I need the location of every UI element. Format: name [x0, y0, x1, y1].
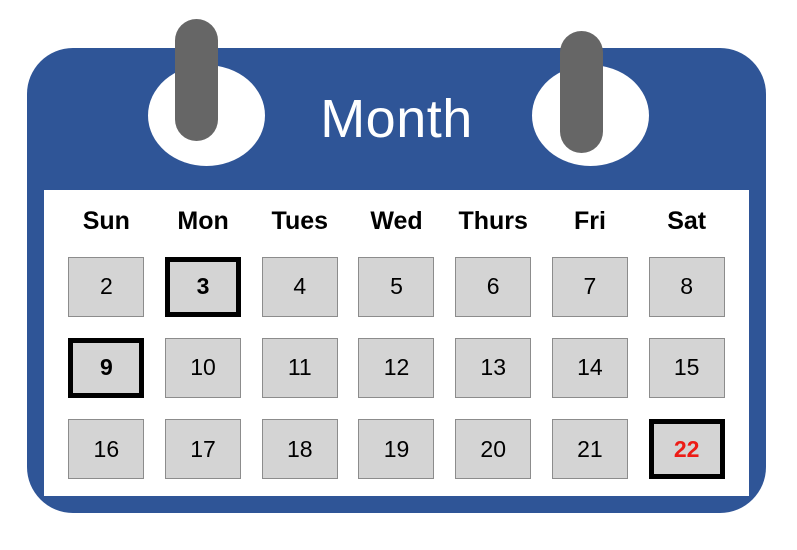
date-slot: 2: [58, 246, 155, 327]
date-slot: 7: [542, 246, 639, 327]
date-slot: 19: [348, 409, 445, 490]
date-slot: 10: [155, 327, 252, 408]
date-slot: 15: [638, 327, 735, 408]
date-slot: 3: [155, 246, 252, 327]
date-slot: 17: [155, 409, 252, 490]
weekday-header-sat: Sat: [667, 206, 707, 235]
date-cell-7[interactable]: 7: [551, 256, 628, 317]
date-cell-22[interactable]: 22: [648, 419, 725, 480]
date-cell-16[interactable]: 16: [68, 419, 145, 480]
weekday-header-mon: Mon: [177, 206, 229, 235]
date-cell-15[interactable]: 15: [648, 337, 725, 398]
date-cell-11[interactable]: 11: [261, 337, 338, 398]
page-title: Month: [320, 89, 473, 149]
date-cell-13[interactable]: 13: [455, 337, 532, 398]
binder-ring-left-icon: [175, 19, 218, 141]
weekday-header-thurs: Thurs: [458, 206, 528, 235]
date-slot: 22: [638, 409, 735, 490]
date-cell-8[interactable]: 8: [648, 256, 725, 317]
date-grid: 2 3 4 5 6 7 8 9 10 11 12 13 14 15 16 17 18 19 20 21 22: [58, 246, 735, 490]
date-cell-9[interactable]: 9: [68, 337, 145, 398]
date-cell-5[interactable]: 5: [358, 256, 435, 317]
date-slot: 8: [638, 246, 735, 327]
date-cell-12[interactable]: 12: [358, 337, 435, 398]
weekday-header-row: Sun Mon Tues Wed Thurs Fri Sat: [58, 196, 735, 246]
weekday-header-tues: Tues: [271, 206, 329, 235]
date-slot: 12: [348, 327, 445, 408]
date-cell-6[interactable]: 6: [455, 256, 532, 317]
date-cell-18[interactable]: 18: [261, 419, 338, 480]
weekday-header-sun: Sun: [82, 206, 130, 235]
date-slot: 9: [58, 327, 155, 408]
date-cell-19[interactable]: 19: [358, 419, 435, 480]
date-slot: 16: [58, 409, 155, 490]
calendar-page: Sun Mon Tues Wed Thurs Fri Sat 2 3 4 5 6 7 8 9 10 11 12 1…: [44, 190, 749, 496]
calendar-widget: Month Sun Mon Tues Wed Thurs Fri Sat 234567891…: [0, 0, 797, 550]
date-cell-21[interactable]: 21: [551, 419, 628, 480]
date-cell-17[interactable]: 17: [165, 419, 242, 480]
date-cell-4[interactable]: 4: [261, 256, 338, 317]
date-cell-14[interactable]: 14: [551, 337, 628, 398]
date-slot: 18: [251, 409, 348, 490]
date-slot: 21: [542, 409, 639, 490]
date-cell-2[interactable]: 2: [68, 256, 145, 317]
date-slot: 13: [445, 327, 542, 408]
date-slot: 4: [251, 246, 348, 327]
binder-ring-right-icon: [560, 31, 603, 153]
date-cell-3[interactable]: 3: [165, 256, 242, 317]
weekday-header-fri: Fri: [573, 206, 606, 235]
weekday-header-wed: Wed: [370, 206, 423, 235]
calendar-frame: Month Sun Mon Tues Wed Thurs Fri Sat 234567891…: [27, 48, 766, 513]
calendar-header: Month: [27, 48, 766, 190]
date-slot: 6: [445, 246, 542, 327]
date-cell-10[interactable]: 10: [165, 337, 242, 398]
date-slot: 20: [445, 409, 542, 490]
date-slot: 5: [348, 246, 445, 327]
date-slot: 11: [251, 327, 348, 408]
date-cell-20[interactable]: 20: [455, 419, 532, 480]
date-slot: 14: [542, 327, 639, 408]
